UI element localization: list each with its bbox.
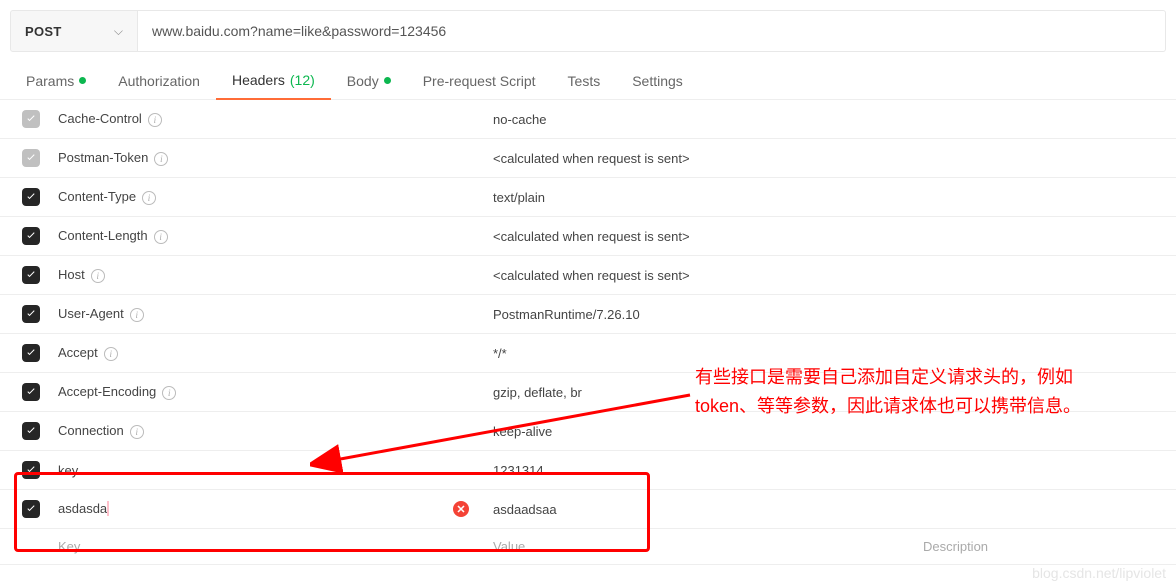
tab-label: Authorization bbox=[118, 73, 200, 89]
header-desc-cell[interactable] bbox=[915, 373, 1176, 412]
header-desc-cell[interactable] bbox=[915, 295, 1176, 334]
info-icon[interactable]: i bbox=[148, 113, 162, 127]
header-checkbox[interactable] bbox=[22, 149, 40, 167]
header-value-cell[interactable]: 1231314 bbox=[485, 451, 915, 490]
header-value-cell[interactable]: keep-alive bbox=[485, 412, 915, 451]
header-key-cell[interactable]: Accepti bbox=[50, 334, 485, 373]
header-key-placeholder[interactable]: Key bbox=[50, 529, 485, 565]
header-key-cell[interactable]: key bbox=[50, 451, 485, 490]
header-desc-cell[interactable] bbox=[915, 451, 1176, 490]
table-row: Content-Typeitext/plain bbox=[0, 178, 1176, 217]
table-row-placeholder: KeyValueDescription bbox=[0, 529, 1176, 565]
header-value-cell[interactable]: <calculated when request is sent> bbox=[485, 217, 915, 256]
header-desc-cell[interactable] bbox=[915, 412, 1176, 451]
info-icon[interactable]: i bbox=[154, 152, 168, 166]
tab-tests[interactable]: Tests bbox=[552, 62, 617, 99]
url-text: www.baidu.com?name=like&password=123456 bbox=[152, 23, 446, 39]
table-row: key1231314 bbox=[0, 451, 1176, 490]
header-value-placeholder[interactable]: Value bbox=[485, 529, 915, 565]
header-value-cell[interactable]: text/plain bbox=[485, 178, 915, 217]
header-desc-cell[interactable] bbox=[915, 490, 1176, 529]
header-key-cell[interactable]: Cache-Controli bbox=[50, 100, 485, 139]
header-desc-cell[interactable] bbox=[915, 100, 1176, 139]
headers-count: (12) bbox=[290, 72, 315, 88]
table-row: User-AgentiPostmanRuntime/7.26.10 bbox=[0, 295, 1176, 334]
header-key-cell[interactable]: asdasda ✕ bbox=[50, 490, 485, 529]
info-icon[interactable]: i bbox=[91, 269, 105, 283]
table-row: Accepti*/* bbox=[0, 334, 1176, 373]
tab-label: Body bbox=[347, 73, 379, 89]
table-row: asdasda ✕asdaadsaa bbox=[0, 490, 1176, 529]
table-row: Accept-Encodingigzip, deflate, br bbox=[0, 373, 1176, 412]
tab-label: Settings bbox=[632, 73, 683, 89]
tab-body[interactable]: Body bbox=[331, 62, 407, 99]
tab-label: Tests bbox=[568, 73, 601, 89]
info-icon[interactable]: i bbox=[154, 230, 168, 244]
header-key-cell[interactable]: Content-Lengthi bbox=[50, 217, 485, 256]
header-checkbox[interactable] bbox=[22, 461, 40, 479]
tab-label: Params bbox=[26, 73, 74, 89]
header-checkbox[interactable] bbox=[22, 266, 40, 284]
info-icon[interactable]: i bbox=[162, 386, 176, 400]
table-row: Postman-Tokeni<calculated when request i… bbox=[0, 139, 1176, 178]
header-desc-cell[interactable] bbox=[915, 256, 1176, 295]
header-checkbox[interactable] bbox=[22, 110, 40, 128]
tab-headers[interactable]: Headers (12) bbox=[216, 62, 331, 100]
tabs-bar: Params Authorization Headers (12) Body P… bbox=[0, 62, 1176, 100]
info-icon[interactable]: i bbox=[130, 308, 144, 322]
header-value-cell[interactable]: gzip, deflate, br bbox=[485, 373, 915, 412]
table-row: Content-Lengthi<calculated when request … bbox=[0, 217, 1176, 256]
header-value-cell[interactable]: no-cache bbox=[485, 100, 915, 139]
tab-label: Headers bbox=[232, 72, 285, 88]
info-icon[interactable]: i bbox=[130, 425, 144, 439]
delete-icon[interactable]: ✕ bbox=[453, 501, 469, 517]
info-icon[interactable]: i bbox=[104, 347, 118, 361]
header-key-cell[interactable]: Postman-Tokeni bbox=[50, 139, 485, 178]
header-checkbox[interactable] bbox=[22, 500, 40, 518]
header-value-cell[interactable]: PostmanRuntime/7.26.10 bbox=[485, 295, 915, 334]
header-checkbox[interactable] bbox=[22, 305, 40, 323]
header-checkbox[interactable] bbox=[22, 383, 40, 401]
header-value-cell[interactable]: */* bbox=[485, 334, 915, 373]
method-select[interactable]: POST ⌵ bbox=[10, 10, 138, 52]
header-value-cell[interactable]: asdaadsaa bbox=[485, 490, 915, 529]
indicator-dot-icon bbox=[384, 77, 391, 84]
header-checkbox[interactable] bbox=[22, 227, 40, 245]
header-checkbox[interactable] bbox=[22, 188, 40, 206]
info-icon[interactable]: i bbox=[142, 191, 156, 205]
header-value-cell[interactable]: <calculated when request is sent> bbox=[485, 139, 915, 178]
table-row: Cache-Controlino-cache bbox=[0, 100, 1176, 139]
header-desc-cell[interactable] bbox=[915, 217, 1176, 256]
chevron-down-icon: ⌵ bbox=[114, 24, 123, 39]
tab-authorization[interactable]: Authorization bbox=[102, 62, 216, 99]
watermark: blog.csdn.net/lipviolet bbox=[1032, 565, 1166, 581]
header-key-cell[interactable]: User-Agenti bbox=[50, 295, 485, 334]
indicator-dot-icon bbox=[79, 77, 86, 84]
method-text: POST bbox=[25, 24, 62, 39]
header-key-cell[interactable]: Accept-Encodingi bbox=[50, 373, 485, 412]
tab-settings[interactable]: Settings bbox=[616, 62, 699, 99]
header-desc-cell[interactable] bbox=[915, 334, 1176, 373]
header-key-cell[interactable]: Connectioni bbox=[50, 412, 485, 451]
tab-prerequest[interactable]: Pre-request Script bbox=[407, 62, 552, 99]
header-desc-cell[interactable] bbox=[915, 139, 1176, 178]
tab-params[interactable]: Params bbox=[10, 62, 102, 99]
url-input[interactable]: www.baidu.com?name=like&password=123456 bbox=[138, 10, 1166, 52]
header-key-cell[interactable]: Content-Typei bbox=[50, 178, 485, 217]
header-key-cell[interactable]: Hosti bbox=[50, 256, 485, 295]
table-row: Hosti<calculated when request is sent> bbox=[0, 256, 1176, 295]
table-row: Connectionikeep-alive bbox=[0, 412, 1176, 451]
headers-table: Cache-Controlino-cachePostman-Tokeni<cal… bbox=[0, 100, 1176, 565]
tab-label: Pre-request Script bbox=[423, 73, 536, 89]
header-value-cell[interactable]: <calculated when request is sent> bbox=[485, 256, 915, 295]
header-checkbox[interactable] bbox=[22, 344, 40, 362]
header-desc-cell[interactable] bbox=[915, 178, 1176, 217]
header-desc-placeholder[interactable]: Description bbox=[915, 529, 1176, 565]
header-checkbox[interactable] bbox=[22, 422, 40, 440]
